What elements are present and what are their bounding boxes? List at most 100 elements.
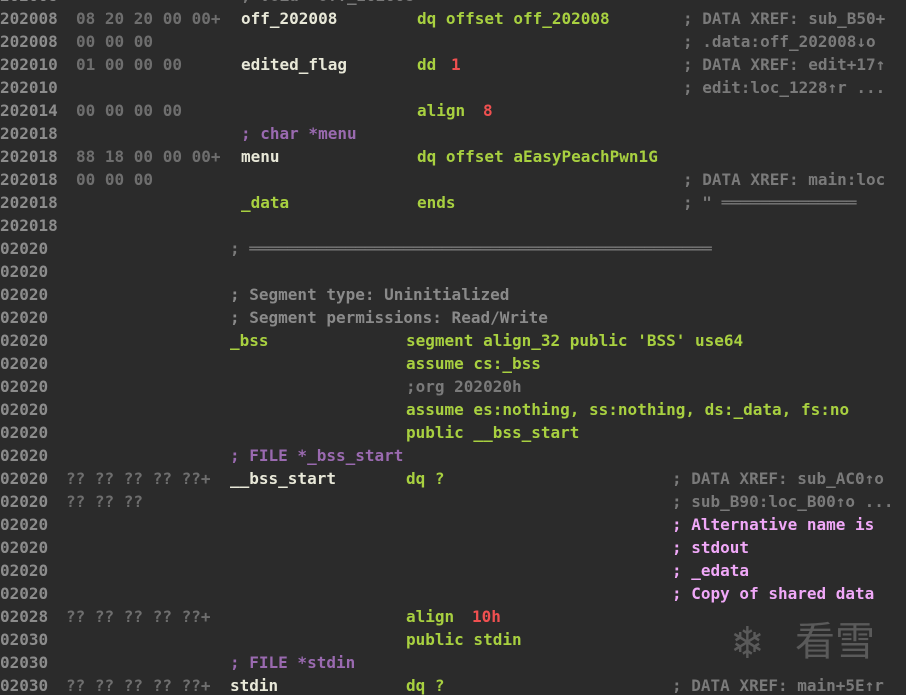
operand-number: 8: [483, 101, 493, 120]
address: 202010: [0, 78, 58, 97]
code-line[interactable]: 202008 08 20 20 00 00+ off_202008 dq offset…: [0, 7, 906, 30]
instruction[interactable]: _data: [241, 191, 289, 214]
code-line[interactable]: 02020 ; Copy of shared data: [0, 582, 906, 605]
instruction[interactable]: assume cs:_bss: [406, 352, 541, 375]
code-line[interactable]: 202018 00 00 00 ; DATA XREF: main:loc: [0, 168, 906, 191]
segment-comment: ; Segment type: Uninitialized: [230, 285, 510, 304]
code-line[interactable]: 202010 ; edit:loc_1228↑r ...: [0, 76, 906, 99]
address: 02020: [0, 239, 49, 258]
hex-bytes: 88 18 00 00 00+: [76, 147, 221, 166]
comment: ; .data:off_202008↓o: [683, 32, 876, 51]
type-comment: ; char *menu: [241, 124, 357, 143]
label[interactable]: menu: [241, 145, 280, 168]
segment-comment: ; Segment permissions: Read/Write: [230, 308, 548, 327]
code-line[interactable]: 02020 ; ═════════════════════════════════…: [0, 237, 906, 260]
address: 02030: [0, 653, 49, 672]
code-line[interactable]: 02020 _bss segment align_32 public 'BSS' u…: [0, 329, 906, 352]
comment: ; DATA XREF: sub_AC0↑o: [672, 469, 884, 488]
address: 02020: [0, 538, 49, 557]
operand-number: 10h: [472, 607, 501, 626]
hex-bytes: 00 00 00: [76, 170, 154, 189]
snowflake-icon: ❄: [733, 614, 762, 670]
instruction[interactable]: public __bss_start: [406, 421, 579, 444]
address: 02020: [0, 515, 49, 534]
comment: ; DATA XREF: edit+17↑: [683, 55, 886, 74]
code-line[interactable]: 02020 ; Segment type: Uninitialized: [0, 283, 906, 306]
code-line[interactable]: 202008 00 00 00 ; .data:off_202008↓o: [0, 30, 906, 53]
code-line[interactable]: 02020 ?? ?? ?? ; sub_B90:loc_B00↑o ...: [0, 490, 906, 513]
comment: ; edit:loc_1228↑r ...: [683, 78, 886, 97]
code-line[interactable]: 02020 ; _edata: [0, 559, 906, 582]
address: 202018: [0, 170, 58, 189]
disassembly-view[interactable]: 202008 ; void *off_202008 202008 08 20 20 0…: [0, 0, 906, 695]
alt-comment: ; Alternative name is: [672, 515, 875, 534]
hex-bytes: 08 20 20 00 00+: [76, 9, 221, 28]
code-line[interactable]: 02020 ; Segment permissions: Read/Write: [0, 306, 906, 329]
code-line[interactable]: 202018: [0, 214, 906, 237]
address: 02020: [0, 423, 49, 442]
label[interactable]: edited_flag: [241, 53, 347, 76]
comment: ;org 202020h: [406, 377, 522, 396]
code-line[interactable]: 02020: [0, 260, 906, 283]
code-line[interactable]: 02020 assume es:nothing, ss:nothing, ds:_…: [0, 398, 906, 421]
watermark-text: 看雪: [795, 619, 875, 665]
code-line[interactable]: 02020 ;org 202020h: [0, 375, 906, 398]
label[interactable]: off_202008: [241, 7, 337, 30]
label[interactable]: __bss_start: [230, 467, 336, 490]
address: 202018: [0, 193, 58, 212]
hex-bytes: ?? ?? ?? ?? ??+: [66, 607, 211, 626]
address: 02020: [0, 584, 49, 603]
code-line[interactable]: 02020 ?? ?? ?? ?? ??+ __bss_start dq ? ; DAT…: [0, 467, 906, 490]
instruction[interactable]: align: [417, 99, 465, 122]
instruction[interactable]: dq offset off_202008: [417, 7, 610, 30]
code-line[interactable]: 202018 88 18 00 00 00+ menu dq offset aEasy…: [0, 145, 906, 168]
code-line[interactable]: 02020 assume cs:_bss: [0, 352, 906, 375]
address: 02020: [0, 446, 49, 465]
instruction[interactable]: ends: [417, 191, 456, 214]
hex-bytes: 01 00 00 00: [76, 55, 182, 74]
code-line[interactable]: 202018 _data ends ; " ══════════════: [0, 191, 906, 214]
address: 202018: [0, 216, 58, 235]
code-line[interactable]: 202018 ; char *menu: [0, 122, 906, 145]
code-line[interactable]: 02030 ?? ?? ?? ?? ??+ stdin dq ? ; DATA XREF…: [0, 674, 906, 695]
address: 202018: [0, 124, 58, 143]
instruction[interactable]: dq offset aEasyPeachPwn1G: [417, 145, 658, 168]
comment: ; void *off_202008: [241, 0, 414, 7]
address: 02020: [0, 561, 49, 580]
address: 02020: [0, 262, 49, 281]
comment: ; DATA XREF: main:loc: [683, 170, 886, 189]
instruction[interactable]: _bss: [230, 329, 269, 352]
instruction[interactable]: segment align_32 public 'BSS' use64: [406, 329, 743, 352]
instruction[interactable]: dq ?: [406, 674, 445, 695]
address: 02020: [0, 285, 49, 304]
instruction[interactable]: dq ?: [406, 467, 445, 490]
instruction[interactable]: assume es:nothing, ss:nothing, ds:_data,…: [406, 398, 849, 421]
address: 202008: [0, 9, 58, 28]
code-line[interactable]: 202010 01 00 00 00 edited_flag dd 1 ; DATA XR…: [0, 53, 906, 76]
hex-bytes: 00 00 00 00: [76, 101, 182, 120]
address: 202014: [0, 101, 58, 120]
address: 02020: [0, 492, 49, 511]
address: 02020: [0, 308, 49, 327]
code-line[interactable]: 02020 ; Alternative name is: [0, 513, 906, 536]
code-line[interactable]: 202008 ; void *off_202008: [0, 0, 906, 7]
label[interactable]: stdin: [230, 674, 278, 695]
address: 202008: [0, 32, 58, 51]
type-comment: ; FILE *stdin: [230, 653, 356, 672]
alt-comment: ; stdout: [672, 538, 750, 557]
operand-number: 1: [451, 55, 461, 74]
code-line[interactable]: 02020 ; FILE *_bss_start: [0, 444, 906, 467]
comment: ; DATA XREF: sub_B50+: [683, 9, 886, 28]
comment: ; " ══════════════: [683, 193, 857, 212]
address: 202010: [0, 55, 58, 74]
instruction[interactable]: align: [406, 605, 454, 628]
hex-bytes: ?? ?? ??: [66, 492, 144, 511]
alt-comment: ; Copy of shared data: [672, 584, 875, 603]
code-line[interactable]: 02020 public __bss_start: [0, 421, 906, 444]
code-line[interactable]: 02020 ; stdout: [0, 536, 906, 559]
instruction[interactable]: dd: [417, 53, 436, 76]
watermark: ❄ 看雪: [733, 612, 903, 672]
code-line[interactable]: 202014 00 00 00 00 align 8: [0, 99, 906, 122]
instruction[interactable]: public stdin: [406, 628, 522, 651]
address: 02030: [0, 676, 49, 695]
